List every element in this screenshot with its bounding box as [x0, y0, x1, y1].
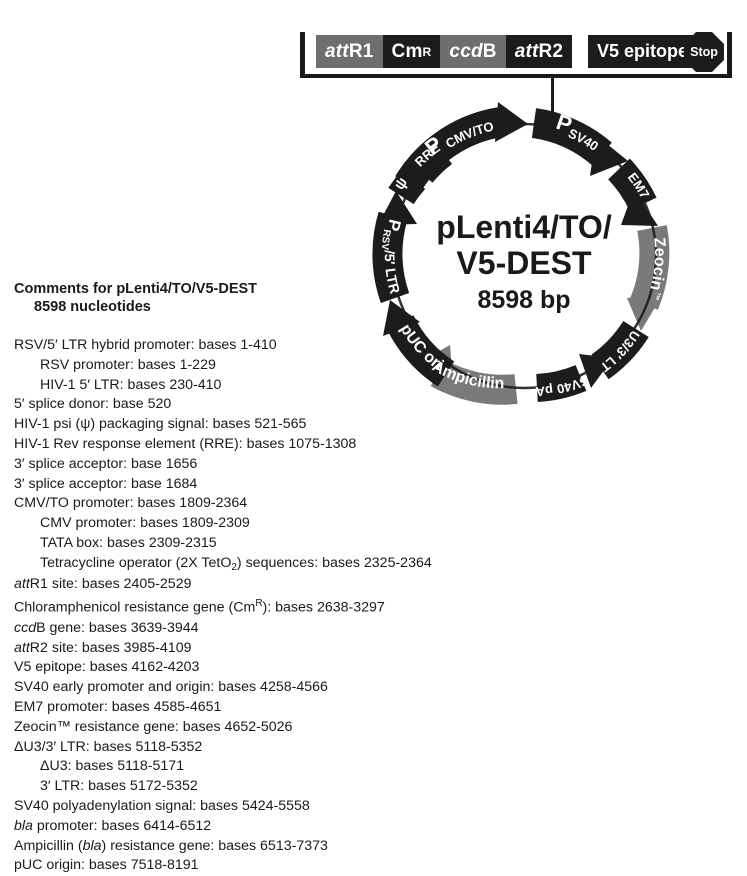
comments-feature-list: RSV/5′ LTR hybrid promoter: bases 1-410 R…	[14, 336, 514, 876]
expression-cassette-bar: att R1 Cm R ccd B att R2 V5 epitope Stop	[300, 30, 732, 120]
comments-heading: Comments for pLenti4/TO/V5-DEST 8598 nuc…	[14, 280, 514, 316]
comment-entry: Zeocin™ resistance gene: bases 4652-5026	[14, 718, 293, 735]
comment-entry: CMV/TO promoter: bases 1809-2364	[14, 495, 248, 512]
comment-entry: ΔU3: bases 5118-5171	[40, 758, 185, 775]
comment-entry: CMV promoter: bases 1809-2309	[40, 515, 250, 532]
comment-entry: attR2 site: bases 3985-4109	[14, 639, 192, 656]
comment-entry: pUC origin: bases 7518-8191	[14, 857, 199, 874]
bracket-left-edge	[300, 32, 305, 76]
comment-entry: SV40 polyadenylation signal: bases 5424-…	[14, 798, 310, 815]
bracket-right-edge	[727, 32, 732, 76]
cassette-feature-boxes: att R1 Cm R ccd B att R2	[316, 35, 573, 68]
cassette-box-attr1: att R1	[316, 35, 383, 68]
comment-entry: Ampicillin (bla) resistance gene: bases …	[14, 837, 328, 854]
comment-entry: bla promoter: bases 6414-6512	[14, 817, 212, 834]
comment-entry: RSV promoter: bases 1-229	[40, 356, 216, 373]
comments-section: Comments for pLenti4/TO/V5-DEST 8598 nuc…	[14, 280, 514, 876]
comment-entry: 3′ splice acceptor: base 1656	[14, 455, 198, 472]
comment-entry: V5 epitope: bases 4162-4203	[14, 659, 200, 676]
comment-entry: attR1 site: bases 2405-2529	[14, 575, 192, 592]
comment-entry: 3′ splice acceptor: base 1684	[14, 475, 198, 492]
comment-entry: HIV-1 Rev response element (RRE): bases …	[14, 435, 357, 452]
cassette-box-v5-epitope: V5 epitope	[588, 35, 698, 68]
cassette-box-cmr: Cm R	[382, 35, 441, 68]
comment-entry: 3′ LTR: bases 5172-5352	[40, 778, 198, 795]
arrowhead-p-cmv-to	[495, 102, 528, 142]
comment-entry: RSV/5′ LTR hybrid promoter: bases 1-410	[14, 337, 277, 353]
comment-entry: ΔU3/3′ LTR: bases 5118-5352	[14, 738, 203, 755]
plasmid-name-line1: pLenti4/TO/	[436, 209, 612, 245]
plasmid-name-line2: V5-DEST	[456, 245, 592, 281]
cassette-box-attr2: att R2	[505, 35, 573, 68]
comment-entry: 5′ splice donor: base 520	[14, 396, 172, 413]
comments-title-line2: 8598 nucleotides	[34, 299, 151, 315]
comment-entry: SV40 early promoter and origin: bases 42…	[14, 679, 328, 696]
comment-entry: HIV-1 psi (ψ) packaging signal: bases 52…	[14, 416, 307, 433]
comment-entry: EM7 promoter: bases 4585-4651	[14, 699, 222, 716]
bracket-bottom-line	[300, 74, 732, 78]
comments-title-line1: Comments for pLenti4/TO/V5-DEST	[14, 281, 258, 297]
comment-entry: Chloramphenicol resistance gene (CmR): b…	[14, 598, 385, 617]
comment-entry: TATA box: bases 2309-2315	[40, 534, 217, 551]
stop-codon-icon: Stop	[684, 32, 724, 72]
comment-entry: ccdB gene: bases 3639-3944	[14, 619, 199, 636]
comment-entry: HIV-1 5′ LTR: bases 230-410	[40, 376, 222, 393]
comment-entry: Tetracycline operator (2X TetO2) sequenc…	[40, 554, 432, 573]
cassette-box-ccdb: ccd B	[440, 35, 506, 68]
